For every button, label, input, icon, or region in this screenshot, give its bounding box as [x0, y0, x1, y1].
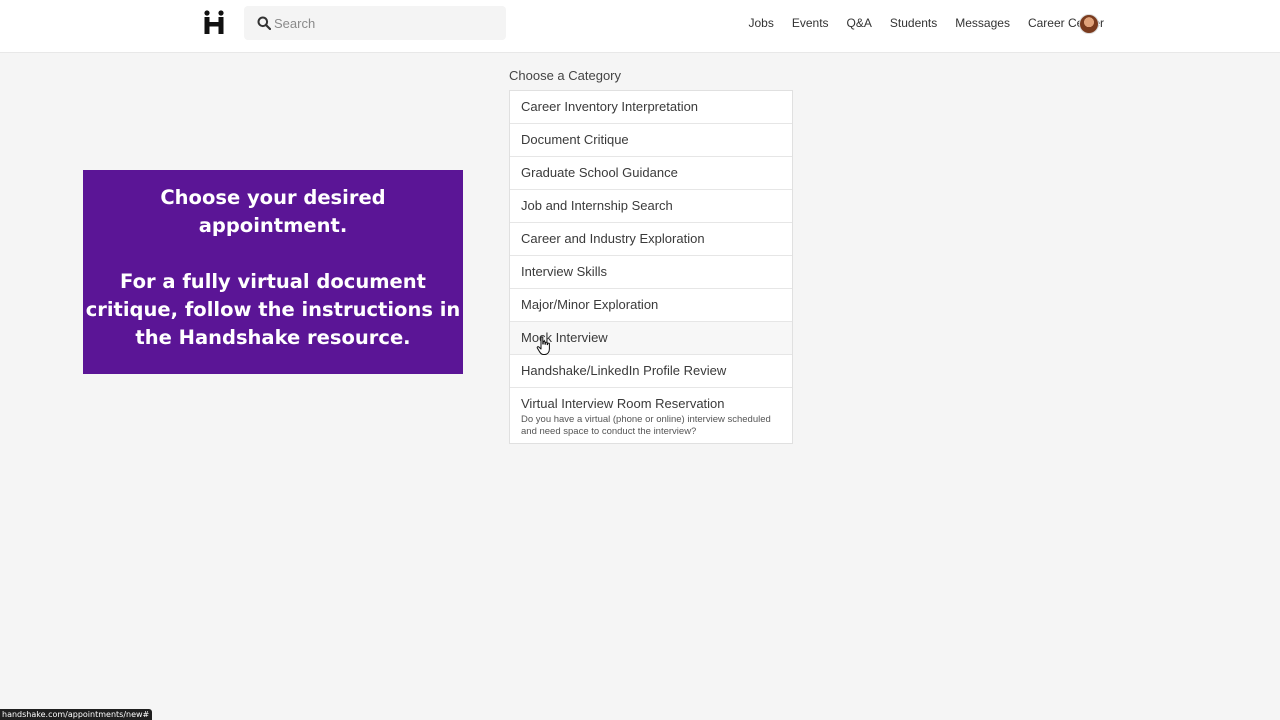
category-item[interactable]: Handshake/LinkedIn Profile Review [510, 355, 792, 388]
category-label: Mock Interview [521, 330, 608, 345]
user-avatar[interactable] [1079, 14, 1099, 34]
category-label: Major/Minor Exploration [521, 297, 659, 312]
top-navigation-bar: Jobs Events Q&A Students Messages Career… [0, 0, 1280, 53]
category-label: Virtual Interview Room Reservation [521, 396, 725, 411]
nav-jobs[interactable]: Jobs [749, 16, 774, 30]
category-label: Interview Skills [521, 264, 607, 279]
category-item-hovered[interactable]: Mock Interview [510, 322, 792, 355]
category-label: Handshake/LinkedIn Profile Review [521, 363, 727, 378]
nav-events[interactable]: Events [792, 16, 829, 30]
category-item[interactable]: Career Inventory Interpretation [510, 91, 792, 124]
category-description: Do you have a virtual (phone or online) … [521, 414, 771, 437]
category-item[interactable]: Major/Minor Exploration [510, 289, 792, 322]
search-bar[interactable] [244, 6, 506, 40]
category-label: Document Critique [521, 132, 629, 147]
main-nav: Jobs Events Q&A Students Messages Career… [731, 0, 1105, 46]
category-list: Career Inventory Interpretation Document… [509, 90, 793, 444]
category-item[interactable]: Graduate School Guidance [510, 157, 792, 190]
instruction-banner: Choose your desired appointment. For a f… [83, 170, 463, 374]
category-label: Job and Internship Search [521, 198, 673, 213]
category-label: Graduate School Guidance [521, 165, 678, 180]
status-bar-url: handshake.com/appointments/new# [0, 709, 153, 720]
category-label: Career Inventory Interpretation [521, 99, 699, 114]
nav-qa[interactable]: Q&A [847, 16, 872, 30]
category-label: Career and Industry Exploration [521, 231, 705, 246]
handshake-logo-icon[interactable] [202, 10, 226, 34]
hand-pointer-cursor-icon [536, 336, 550, 355]
category-item[interactable]: Interview Skills [510, 256, 792, 289]
category-item[interactable]: Career and Industry Exploration [510, 223, 792, 256]
category-heading: Choose a Category [509, 68, 622, 83]
category-item[interactable]: Document Critique [510, 124, 792, 157]
search-input[interactable] [274, 6, 494, 40]
banner-line-2: For a fully virtual document critique, f… [85, 270, 461, 349]
category-item[interactable]: Virtual Interview Room Reservation Do yo… [510, 388, 792, 443]
category-item[interactable]: Job and Internship Search [510, 190, 792, 223]
banner-line-1: Choose your desired appointment. [160, 186, 386, 237]
nav-students[interactable]: Students [890, 16, 937, 30]
search-icon [257, 16, 271, 30]
nav-messages[interactable]: Messages [955, 16, 1010, 30]
